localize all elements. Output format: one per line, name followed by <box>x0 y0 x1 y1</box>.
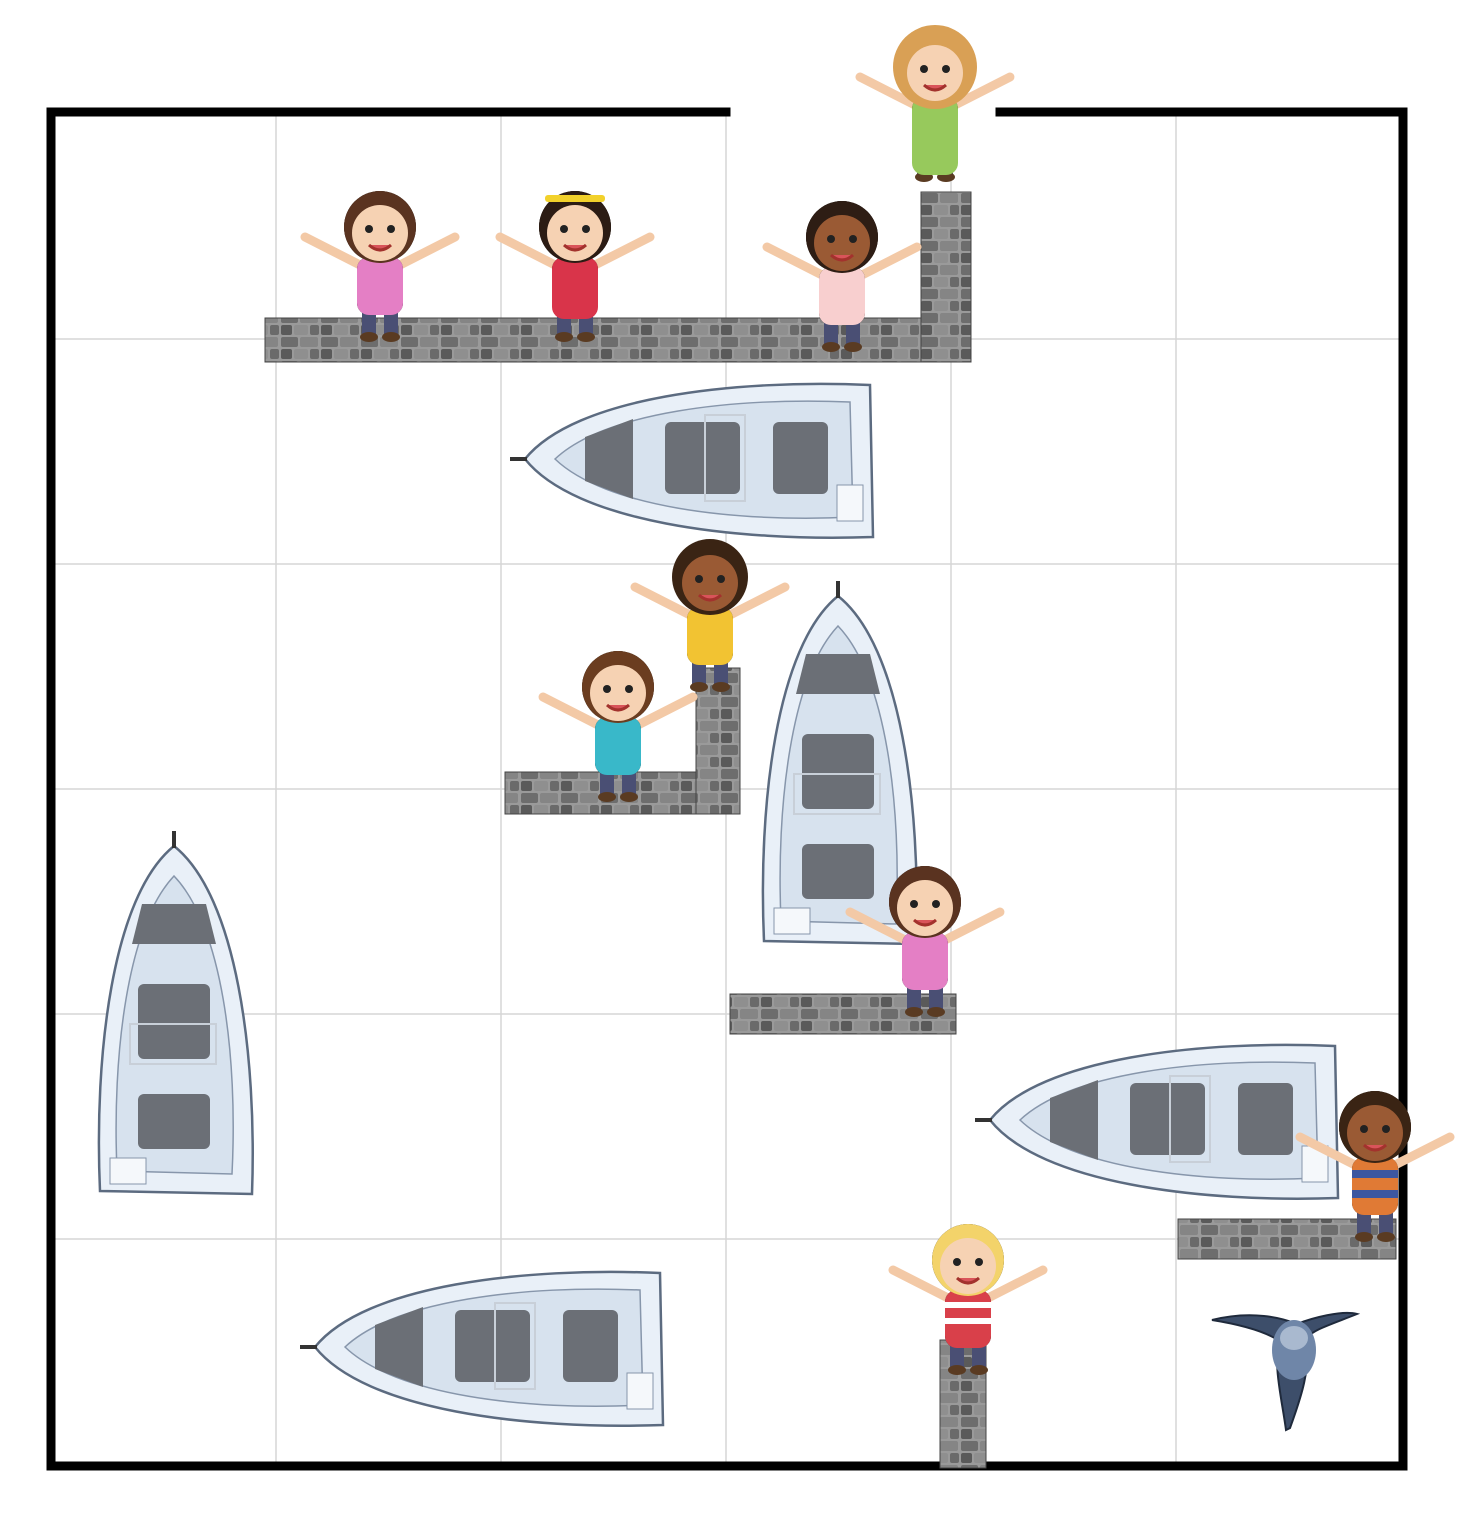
dolphin-icon[interactable] <box>1211 1312 1361 1432</box>
boat-horizontal-right[interactable] <box>973 1042 1340 1201</box>
boat-vertical-left[interactable] <box>96 829 255 1196</box>
boat-horizontal-top[interactable] <box>508 381 875 540</box>
boat-horizontal-bottom[interactable] <box>298 1269 665 1428</box>
puzzle-board: .c1 .shirt{fill:#e47fc5}.c1 .hair{fill:#… <box>46 25 1469 1471</box>
